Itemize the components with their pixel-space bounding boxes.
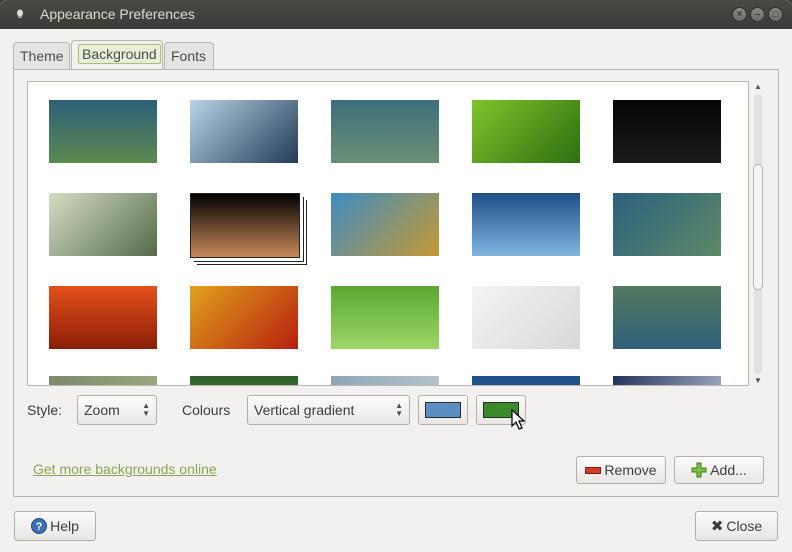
wallpaper-thumbnail-partial-3[interactable]: [331, 376, 439, 385]
gallery-scrollbar[interactable]: ▲ ▼: [752, 82, 764, 386]
remove-button[interactable]: Remove: [576, 456, 666, 484]
wallpaper-thumbnail-blue-bubbles[interactable]: [472, 193, 580, 256]
add-icon: [691, 462, 707, 478]
help-button[interactable]: ? Help: [14, 511, 96, 541]
style-combo[interactable]: Zoom ▲ ▼: [77, 395, 157, 425]
close-button[interactable]: ✖ Close: [695, 511, 778, 541]
tab-fonts-label: Fonts: [171, 48, 207, 64]
mouse-pointer-icon: [511, 409, 525, 430]
window-title: Appearance Preferences: [40, 6, 195, 22]
wallpaper-thumbnail-green-swirl[interactable]: [49, 193, 157, 256]
tab-background-label: Background: [78, 44, 161, 64]
colours-combo[interactable]: Vertical gradient ▲ ▼: [247, 395, 410, 425]
colours-combo-value: Vertical gradient: [254, 402, 355, 418]
add-button[interactable]: Add...: [674, 456, 764, 484]
tab-theme[interactable]: Theme: [13, 42, 70, 70]
wallpaper-thumbnail-white-logo[interactable]: [472, 286, 580, 349]
remove-button-label: Remove: [604, 462, 657, 478]
maximize-window-button[interactable]: □: [768, 7, 783, 22]
wallpaper-thumbnail-teal-dots[interactable]: [613, 193, 721, 256]
close-icon: ✖: [710, 518, 724, 535]
appearance-window: Appearance Preferences × – □ Theme Backg…: [0, 0, 792, 552]
style-label: Style:: [27, 402, 63, 418]
remove-icon: [585, 466, 602, 474]
close-window-button[interactable]: ×: [732, 7, 747, 22]
wallpaper-thumbnail-green-leaf[interactable]: [472, 100, 580, 163]
scroll-down-icon[interactable]: ▼: [752, 376, 764, 386]
wallpaper-thumbnail-grass-sky[interactable]: [331, 193, 439, 256]
scroll-up-icon[interactable]: ▲: [752, 82, 764, 92]
get-more-backgrounds-link[interactable]: Get more backgrounds online: [33, 461, 217, 477]
add-button-label: Add...: [710, 462, 747, 478]
maximize-icon: □: [772, 8, 779, 20]
wallpaper-thumbnail-dark-abstract[interactable]: [613, 100, 721, 163]
primary-color-swatch: [425, 402, 461, 418]
minimize-window-button[interactable]: –: [750, 7, 765, 22]
wallpaper-thumbnail-partial-5[interactable]: [613, 376, 721, 385]
style-combo-value: Zoom: [84, 402, 120, 418]
wallpaper-thumbnail-partial-2[interactable]: [190, 376, 298, 385]
primary-color-button[interactable]: [418, 395, 468, 425]
combo-arrows-icon: ▲ ▼: [395, 401, 403, 418]
wallpaper-thumbnail-blue-green-gradient[interactable]: [49, 100, 157, 163]
close-button-label: Close: [726, 518, 763, 534]
wallpaper-thumbnail-red-flower-bokeh[interactable]: [190, 286, 298, 349]
wallpaper-thumbnail-orange-flower[interactable]: [49, 286, 157, 349]
app-icon: [17, 9, 23, 18]
combo-arrows-icon: ▲ ▼: [142, 401, 150, 418]
help-button-label: Help: [50, 518, 79, 534]
wallpaper-thumbnail-partial-4[interactable]: [472, 376, 580, 385]
tab-background[interactable]: Background: [71, 40, 163, 70]
wallpaper-thumbnail-partial-1[interactable]: [49, 376, 157, 385]
tab-theme-label: Theme: [20, 48, 64, 64]
close-icon: ×: [736, 8, 743, 20]
colours-label: Colours: [182, 402, 231, 418]
title-bar[interactable]: Appearance Preferences × – □: [0, 0, 792, 29]
help-icon: ?: [31, 518, 48, 534]
wallpaper-thumbnail-misty-blue-green[interactable]: [331, 100, 439, 163]
wallpaper-thumbnail-jupiter[interactable]: [190, 193, 300, 258]
minimize-icon: –: [754, 8, 761, 20]
wallpaper-thumbnail-water-drop[interactable]: [190, 100, 298, 163]
svg-text:?: ?: [36, 521, 43, 533]
scroll-thumb[interactable]: [753, 164, 763, 290]
wallpaper-gallery[interactable]: [27, 81, 749, 386]
tab-fonts[interactable]: Fonts: [164, 42, 214, 70]
wallpaper-thumbnail-green-grass[interactable]: [331, 286, 439, 349]
wallpaper-thumbnail-green-blue-wave[interactable]: [613, 286, 721, 349]
